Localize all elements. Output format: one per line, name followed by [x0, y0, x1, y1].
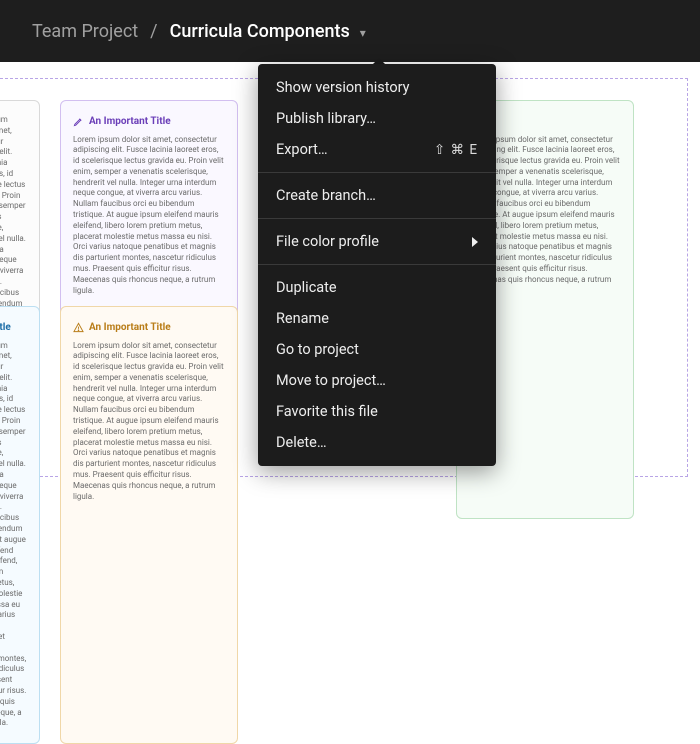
menu-label: Show version history: [276, 79, 410, 96]
menu-label: Export…: [276, 141, 328, 158]
menu-separator: [258, 264, 496, 265]
menu-label: Publish library…: [276, 110, 376, 127]
menu-item-rename[interactable]: Rename: [258, 303, 496, 334]
menu-separator: [258, 218, 496, 219]
card-title: An Important Title: [89, 115, 171, 129]
menu-item-publish-library[interactable]: Publish library…: [258, 103, 496, 134]
menu-label: Delete…: [276, 434, 327, 451]
menu-item-file-color-profile[interactable]: File color profile: [258, 226, 496, 257]
chevron-down-icon: ▾: [360, 26, 366, 40]
warning-icon: [73, 322, 84, 333]
menu-item-version-history[interactable]: Show version history: [258, 72, 496, 103]
menu-label: Move to project…: [276, 372, 386, 389]
card-title-tail: ortant Title: [0, 321, 11, 335]
menu-item-create-branch[interactable]: Create branch…: [258, 180, 496, 211]
pencil-icon: [73, 116, 84, 127]
card-title-row: ortant Title: [0, 321, 27, 335]
menu-label: Go to project: [276, 341, 359, 358]
card[interactable]: An Important Title Lorem ipsum dolor sit…: [60, 306, 238, 744]
menu-label: File color profile: [276, 233, 379, 250]
breadcrumb-current: Curricula Components: [170, 21, 350, 42]
card-title-row: An Important Title: [73, 115, 225, 129]
chevron-right-icon: [472, 237, 478, 247]
card[interactable]: ortant Title Lorem ipsum dolor sit amet,…: [0, 306, 40, 744]
top-bar: Team Project / Curricula Components ▾: [0, 0, 700, 62]
card-title: An Important Title: [89, 321, 171, 335]
card-row-2: ortant Title Lorem ipsum dolor sit amet,…: [0, 306, 238, 744]
menu-item-export[interactable]: Export… ⇧ ⌘ E: [258, 134, 496, 165]
menu-item-delete[interactable]: Delete…: [258, 427, 496, 458]
menu-label: Rename: [276, 310, 329, 327]
menu-item-favorite[interactable]: Favorite this file: [258, 396, 496, 427]
breadcrumb-current-wrapper[interactable]: Curricula Components ▾: [170, 21, 366, 42]
card-body: Lorem ipsum dolor sit amet, consectetur …: [0, 341, 27, 730]
breadcrumb-parent[interactable]: Team Project: [32, 21, 138, 42]
card-title-row: An Important Title: [73, 321, 225, 335]
menu-shortcut: ⇧ ⌘ E: [434, 142, 478, 158]
file-dropdown-menu: Show version history Publish library… Ex…: [258, 64, 496, 466]
menu-label: Favorite this file: [276, 403, 378, 420]
menu-separator: [258, 172, 496, 173]
menu-label: Create branch…: [276, 187, 376, 204]
card-body: Lorem ipsum dolor sit amet, consectetur …: [73, 341, 225, 503]
menu-item-move-to-project[interactable]: Move to project…: [258, 365, 496, 396]
menu-label: Duplicate: [276, 279, 337, 296]
card-body: Lorem ipsum dolor sit amet, consectetur …: [73, 135, 225, 297]
menu-item-go-to-project[interactable]: Go to project: [258, 334, 496, 365]
menu-item-duplicate[interactable]: Duplicate: [258, 272, 496, 303]
breadcrumb-separator: /: [150, 21, 157, 42]
